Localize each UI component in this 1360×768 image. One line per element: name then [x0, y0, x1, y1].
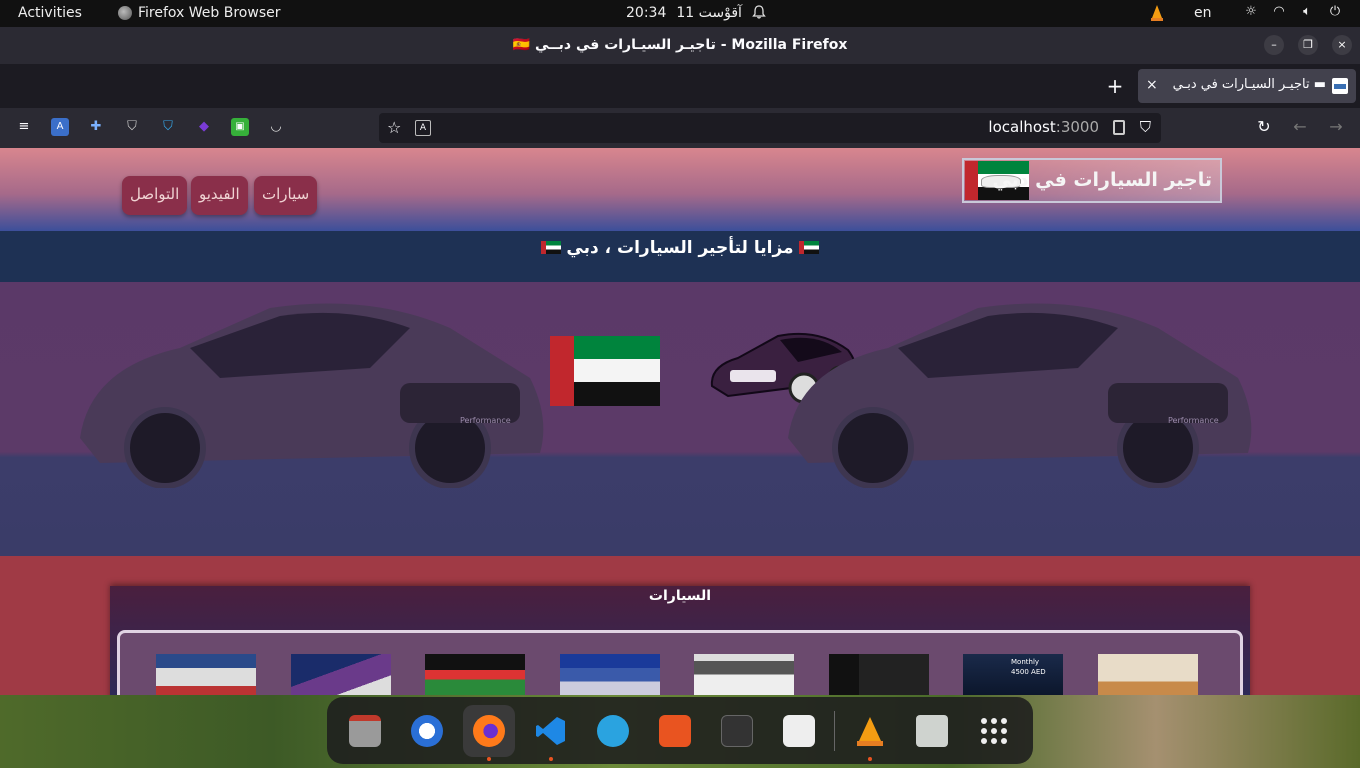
clock-time: 20:34 [626, 5, 667, 21]
shield-extension-icon[interactable]: ⛉ [123, 118, 141, 136]
thumb-price-label: 4500 AED [1011, 668, 1046, 676]
cars-gallery: Monthly 4500 AED [117, 630, 1243, 695]
running-indicator [549, 757, 553, 761]
close-tab-button[interactable]: × [1146, 77, 1158, 93]
gnome-top-bar: Activities Firefox Web Browser 20:34 آقو… [0, 0, 1360, 27]
maximize-button[interactable]: ❐ [1298, 35, 1318, 55]
telegram-icon[interactable] [587, 705, 639, 757]
ubuntu-dock [327, 697, 1033, 764]
bookmark-star-icon[interactable]: ☆ [387, 118, 401, 137]
window-titlebar: 🇪🇸 تاجيـر السيـارات في دبــي - Mozilla F… [0, 27, 1360, 64]
power-icon: ⏻ [1329, 4, 1341, 19]
navigation-toolbar: ≡ A ✚ ⛉ ⛉ ◆ ▣ ◡ ☆ A localhost:3000 ⛉ ↻ ←… [0, 108, 1360, 148]
uae-flag-icon [799, 241, 820, 254]
tab-active[interactable]: × تاجيـر السيـارات في دبـي ▬ [1138, 69, 1356, 103]
cars-heading: السيارات [648, 588, 712, 604]
cube-extension-icon[interactable]: ◆ [195, 118, 213, 136]
volume-icon: 🔈︎ [1303, 4, 1311, 19]
car-thumbnail[interactable] [156, 654, 256, 695]
nav-contact-button[interactable]: التواصل [122, 176, 188, 215]
vpn-extension-icon[interactable]: ⛉ [159, 118, 177, 136]
thumb-monthly-label: Monthly [1011, 658, 1040, 666]
tab-favicon-icon [1332, 78, 1348, 94]
menu-icon[interactable]: ≡ [15, 118, 33, 136]
app-menu[interactable]: Firefox Web Browser [118, 5, 281, 21]
translate-page-icon[interactable]: A [415, 120, 431, 136]
extension-icon[interactable]: ✚ [87, 118, 105, 136]
minimize-button[interactable]: – [1264, 35, 1284, 55]
car-thumbnail[interactable] [694, 654, 794, 695]
wifi-icon: ◠ [1273, 4, 1285, 19]
car-thumbnail[interactable] [560, 654, 660, 695]
hero-section: Performance Performance [0, 282, 1360, 556]
trash-icon[interactable] [906, 705, 958, 757]
thunderbird-icon[interactable] [401, 705, 453, 757]
app-menu-label: Firefox Web Browser [138, 5, 281, 21]
cars-section: السيارات Monthly 4500 AED [110, 586, 1250, 695]
tab-title: تاجيـر السيـارات في دبـي ▬ [1172, 77, 1326, 92]
downloads-icon[interactable] [773, 705, 825, 757]
running-indicator [868, 757, 872, 761]
vlc-icon[interactable] [844, 705, 896, 761]
url-port: :3000 [1055, 118, 1099, 136]
back-icon[interactable]: ← [1291, 118, 1309, 136]
hero-car-image-left: Performance [80, 303, 544, 488]
brand-title: تاجير السيارات في دبي [992, 169, 1212, 191]
car-thumbnail-monthly[interactable]: Monthly 4500 AED [963, 654, 1063, 695]
page-info-icon[interactable] [1113, 120, 1125, 135]
window-title: 🇪🇸 تاجيـر السيـارات في دبــي - Mozilla F… [512, 37, 848, 53]
app-grid-icon[interactable] [968, 705, 1020, 757]
car-thumbnail[interactable] [425, 654, 525, 695]
features-banner: مزايا لتأجير السيارات ، دبي [0, 231, 1360, 282]
svg-text:Performance: Performance [1168, 416, 1219, 425]
uae-flag-image [550, 336, 660, 406]
terminal-icon[interactable] [711, 705, 763, 757]
new-tab-button[interactable]: + [1104, 75, 1126, 97]
car-thumbnail[interactable] [829, 654, 929, 695]
site-header: تاجير السيارات في دبي سيارات الفيديو الت… [0, 148, 1360, 231]
close-window-button[interactable]: × [1332, 35, 1352, 55]
svg-text:Performance: Performance [460, 416, 511, 425]
firefox-app-icon [118, 6, 132, 20]
system-menu[interactable]: ☼ ◠ 🔈︎ ⏻ [1243, 4, 1343, 20]
clock-date: آقوْست 11 [676, 5, 742, 21]
green-extension-icon[interactable]: ▣ [231, 118, 249, 136]
running-indicator [487, 757, 491, 761]
tracking-protection-icon[interactable]: ⛉ [1140, 118, 1151, 136]
brightness-icon: ☼ [1245, 4, 1257, 19]
keyboard-language[interactable]: en [1194, 5, 1212, 21]
files-icon[interactable] [339, 705, 391, 757]
tab-strip: + × تاجيـر السيـارات في دبـي ▬ [0, 64, 1360, 108]
car-thumbnail[interactable] [1098, 654, 1198, 695]
app-center-icon[interactable] [649, 705, 701, 757]
url-text[interactable]: localhost:3000 [988, 118, 1099, 136]
activities-button[interactable]: Activities [18, 5, 82, 21]
page-viewport: تاجير السيارات في دبي سيارات الفيديو الت… [0, 148, 1360, 695]
vscode-icon[interactable] [525, 705, 577, 761]
bell-icon[interactable] [752, 5, 766, 19]
clock[interactable]: 20:34 آقوْست 11 [626, 5, 742, 21]
hero-car-image-right: Performance [788, 303, 1252, 488]
vlc-tray-icon[interactable] [1150, 5, 1164, 21]
site-brand[interactable]: تاجير السيارات في دبي [962, 158, 1222, 203]
nav-cars-button[interactable]: سيارات [254, 176, 318, 215]
dock-separator [834, 711, 835, 751]
uae-flag-icon [540, 241, 561, 254]
car-thumbnail[interactable] [291, 654, 391, 695]
banner-title: مزايا لتأجير السيارات ، دبي [566, 238, 794, 258]
translate-extension-icon[interactable]: A [51, 118, 69, 136]
url-host: localhost [988, 118, 1056, 136]
url-bar[interactable]: ☆ A localhost:3000 ⛉ [379, 113, 1161, 143]
forward-icon[interactable]: → [1327, 118, 1345, 136]
reload-icon[interactable]: ↻ [1255, 118, 1273, 136]
firefox-icon[interactable] [463, 705, 515, 761]
nav-video-button[interactable]: الفيديو [191, 176, 248, 215]
pocket-icon[interactable]: ◡ [267, 118, 285, 136]
